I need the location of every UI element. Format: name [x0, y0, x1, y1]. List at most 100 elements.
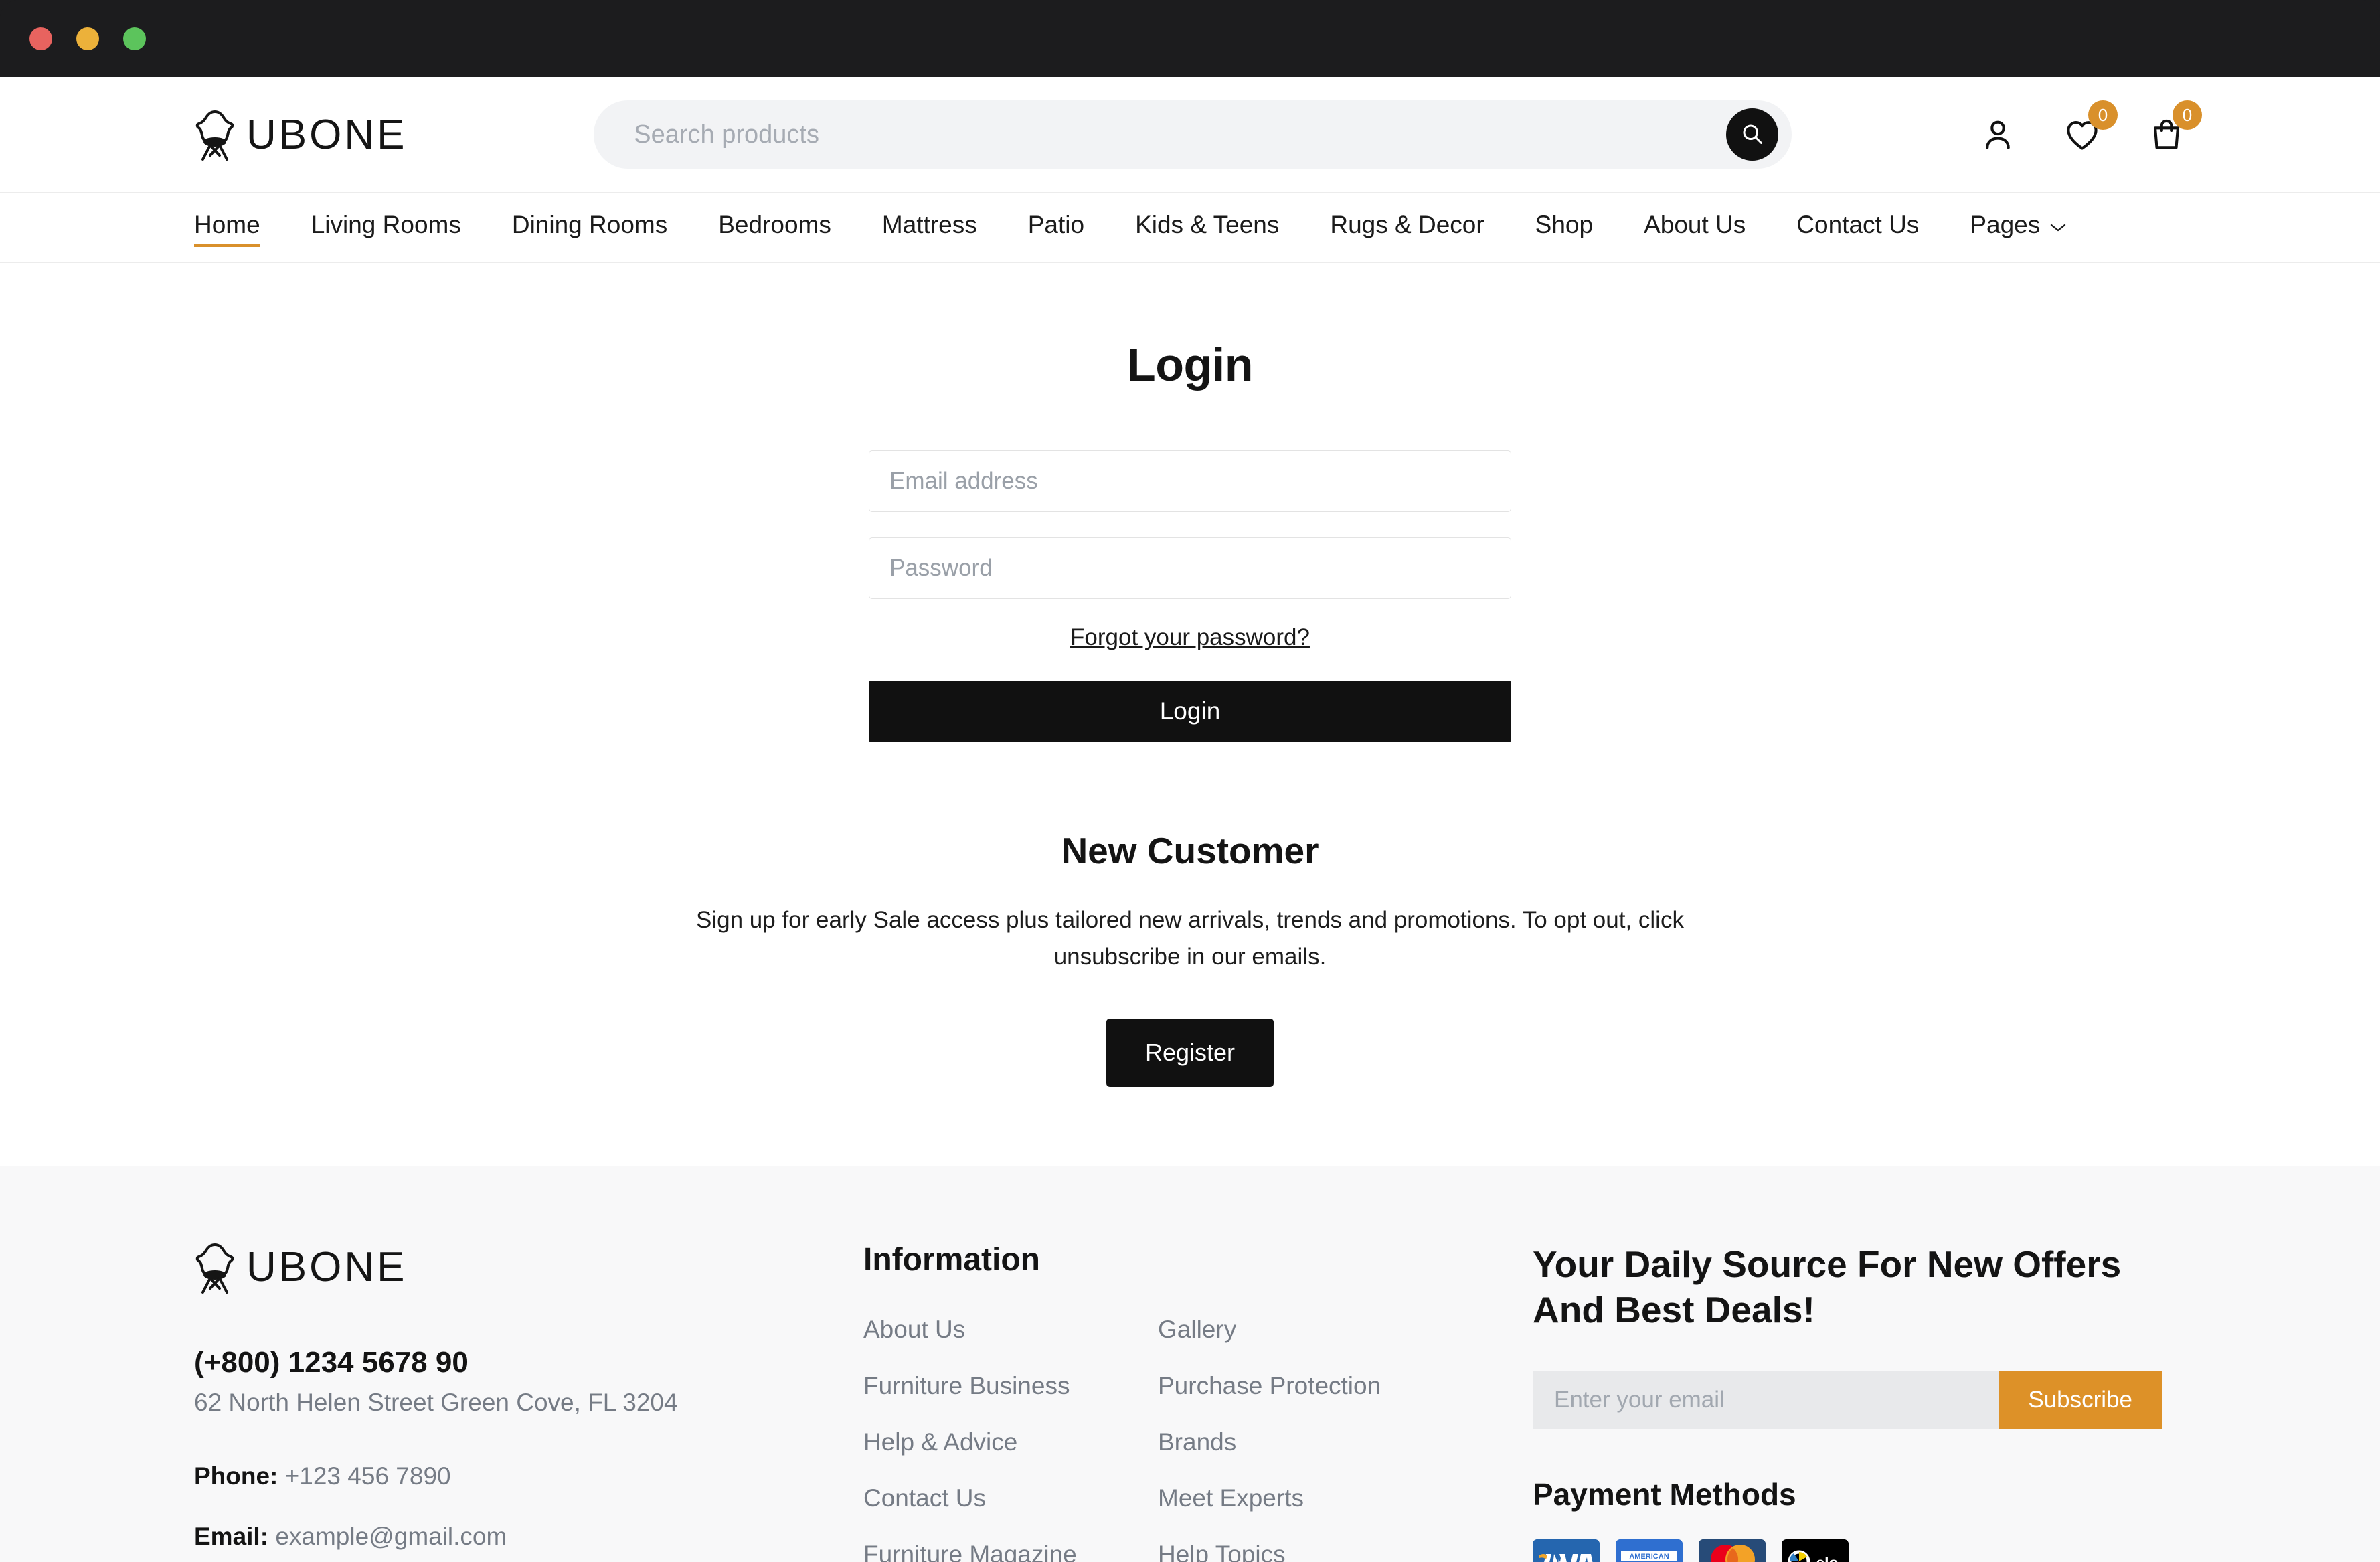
footer-links-grid: About Us Furniture Business Help & Advic… [863, 1316, 1533, 1562]
login-form: Forgot your password? Login [869, 392, 1511, 742]
new-customer-section: New Customer Sign up for early Sale acce… [0, 829, 2380, 1087]
nav-item-kids-teens[interactable]: Kids & Teens [1135, 211, 1279, 244]
footer-links-column-2: Gallery Purchase Protection Brands Meet … [1158, 1316, 1452, 1562]
nav-label: Kids & Teens [1135, 211, 1280, 238]
footer-phone-headline: (+800) 1234 5678 90 [194, 1345, 469, 1379]
account-button[interactable] [1978, 115, 2017, 154]
newsletter-form: Subscribe [1533, 1371, 2162, 1430]
maximize-window-button[interactable] [123, 27, 146, 50]
register-button[interactable]: Register [1106, 1018, 1274, 1087]
cart-count-badge: 0 [2173, 100, 2202, 130]
nav-item-bedrooms[interactable]: Bedrooms [718, 211, 831, 244]
forgot-password-link[interactable]: Forgot your password? [869, 624, 1511, 651]
nav-item-pages[interactable]: Pages [1970, 211, 2067, 244]
logo-wordmark: UBONE [246, 111, 408, 158]
nav-label: Dining Rooms [511, 211, 668, 238]
nav-label: Bedrooms [718, 211, 831, 238]
search-icon [1740, 122, 1764, 148]
cart-bag-icon [2147, 119, 2186, 157]
footer-email-row: Email: example@gmail.com [194, 1523, 863, 1551]
footer-email-value: example@gmail.com [275, 1522, 507, 1550]
nav-item-dining-rooms[interactable]: Dining Rooms [512, 211, 667, 244]
nav-item-mattress[interactable]: Mattress [882, 211, 977, 244]
login-submit-button[interactable]: Login [869, 681, 1511, 742]
footer-link-furniture-magazine[interactable]: Furniture Magazine [863, 1541, 1158, 1562]
new-customer-description: Sign up for early Sale access plus tailo… [696, 907, 1684, 970]
footer-link-brands[interactable]: Brands [1158, 1428, 1452, 1456]
chair-logo-icon [194, 1241, 236, 1294]
page-content: UBONE Search products 0 0 Home Living Ro… [0, 77, 2380, 1562]
minimize-window-button[interactable] [76, 27, 99, 50]
wishlist-count-badge: 0 [2088, 100, 2118, 130]
search-input[interactable] [634, 120, 1727, 149]
chair-logo-icon [194, 108, 236, 161]
nav-label: Rugs & Decor [1330, 211, 1484, 238]
footer-phone-label: Phone: [194, 1462, 278, 1490]
nav-label: About Us [1644, 211, 1746, 238]
site-footer: UBONE (+800) 1234 5678 90 62 North Helen… [0, 1165, 2380, 1562]
nav-label: Living Rooms [311, 211, 461, 238]
mastercard-card-icon: MasterCard [1699, 1539, 1766, 1562]
search-bar[interactable] [594, 100, 1792, 169]
footer-link-about-us[interactable]: About Us [863, 1316, 1158, 1344]
password-input[interactable] [889, 555, 1491, 582]
footer-newsletter-column: Your Daily Source For New Offers And Bes… [1533, 1241, 2186, 1562]
elo-card-icon: elo [1782, 1539, 1849, 1562]
search-area [407, 100, 1978, 169]
email-input[interactable] [889, 468, 1491, 495]
nav-item-home[interactable]: Home [194, 211, 260, 247]
nav-label: Patio [1027, 211, 1085, 238]
newsletter-heading: Your Daily Source For New Offers And Bes… [1533, 1243, 2122, 1331]
footer-information-title: Information [863, 1241, 1040, 1278]
nav-item-contact-us[interactable]: Contact Us [1796, 211, 1919, 244]
password-field-wrapper[interactable] [869, 537, 1511, 599]
login-page-main: Login Forgot your password? Login New Cu… [0, 263, 2380, 1087]
chevron-down-icon [2049, 211, 2067, 239]
search-submit-button[interactable] [1726, 108, 1779, 161]
nav-item-living-rooms[interactable]: Living Rooms [311, 211, 461, 244]
footer-address: 62 North Helen Street Green Cove, FL 320… [194, 1388, 678, 1416]
footer-link-furniture-business[interactable]: Furniture Business [863, 1372, 1158, 1400]
footer-email-label: Email: [194, 1522, 269, 1550]
nav-label: Home [194, 211, 260, 238]
subscribe-button[interactable]: Subscribe [1999, 1371, 2162, 1430]
svg-text:AMERICAN: AMERICAN [1629, 1553, 1669, 1561]
visa-card-icon [1533, 1539, 1600, 1562]
site-logo[interactable]: UBONE [194, 108, 407, 161]
main-navigation: Home Living Rooms Dining Rooms Bedrooms … [0, 193, 2380, 263]
footer-information-column: Information About Us Furniture Business … [863, 1241, 1533, 1562]
nav-label: Pages [1970, 211, 2041, 238]
newsletter-email-input[interactable] [1533, 1371, 1999, 1430]
site-header: UBONE Search products 0 0 [0, 77, 2380, 193]
footer-link-meet-experts[interactable]: Meet Experts [1158, 1484, 1452, 1512]
footer-links-column-1: About Us Furniture Business Help & Advic… [863, 1316, 1158, 1562]
account-icon [1978, 120, 2017, 157]
nav-label: Mattress [881, 211, 977, 238]
footer-link-help-advice[interactable]: Help & Advice [863, 1428, 1158, 1456]
amex-card-icon: AMERICAN EXPRESS [1616, 1539, 1683, 1562]
new-customer-title: New Customer [1061, 830, 1319, 871]
nav-item-shop[interactable]: Shop [1535, 211, 1593, 244]
nav-label: Contact Us [1796, 211, 1920, 238]
footer-logo-wordmark: UBONE [246, 1244, 408, 1291]
nav-item-patio[interactable]: Patio [1028, 211, 1084, 244]
footer-logo[interactable]: UBONE [194, 1241, 863, 1294]
header-icon-group: 0 0 [1978, 100, 2202, 157]
browser-window: UBONE Search products 0 0 Home Living Ro… [0, 0, 2380, 1562]
payment-methods-row: AMERICAN EXPRESS MasterCard [1533, 1539, 2186, 1562]
page-title: Login [1127, 339, 1253, 391]
footer-link-help-topics[interactable]: Help Topics [1158, 1541, 1452, 1562]
footer-link-gallery[interactable]: Gallery [1158, 1316, 1452, 1344]
footer-phone-row: Phone: +123 456 7890 [194, 1462, 863, 1490]
email-field-wrapper[interactable] [869, 450, 1511, 512]
footer-link-purchase-protection[interactable]: Purchase Protection [1158, 1372, 1452, 1400]
nav-item-rugs-decor[interactable]: Rugs & Decor [1330, 211, 1484, 244]
footer-phone-value: +123 456 7890 [284, 1462, 451, 1490]
window-titlebar [0, 0, 2380, 77]
payment-methods-title: Payment Methods [1533, 1477, 1796, 1512]
cart-button[interactable]: 0 [2147, 100, 2202, 157]
wishlist-button[interactable]: 0 [2063, 100, 2118, 154]
footer-link-contact-us[interactable]: Contact Us [863, 1484, 1158, 1512]
nav-item-about-us[interactable]: About Us [1644, 211, 1746, 244]
close-window-button[interactable] [29, 27, 52, 50]
